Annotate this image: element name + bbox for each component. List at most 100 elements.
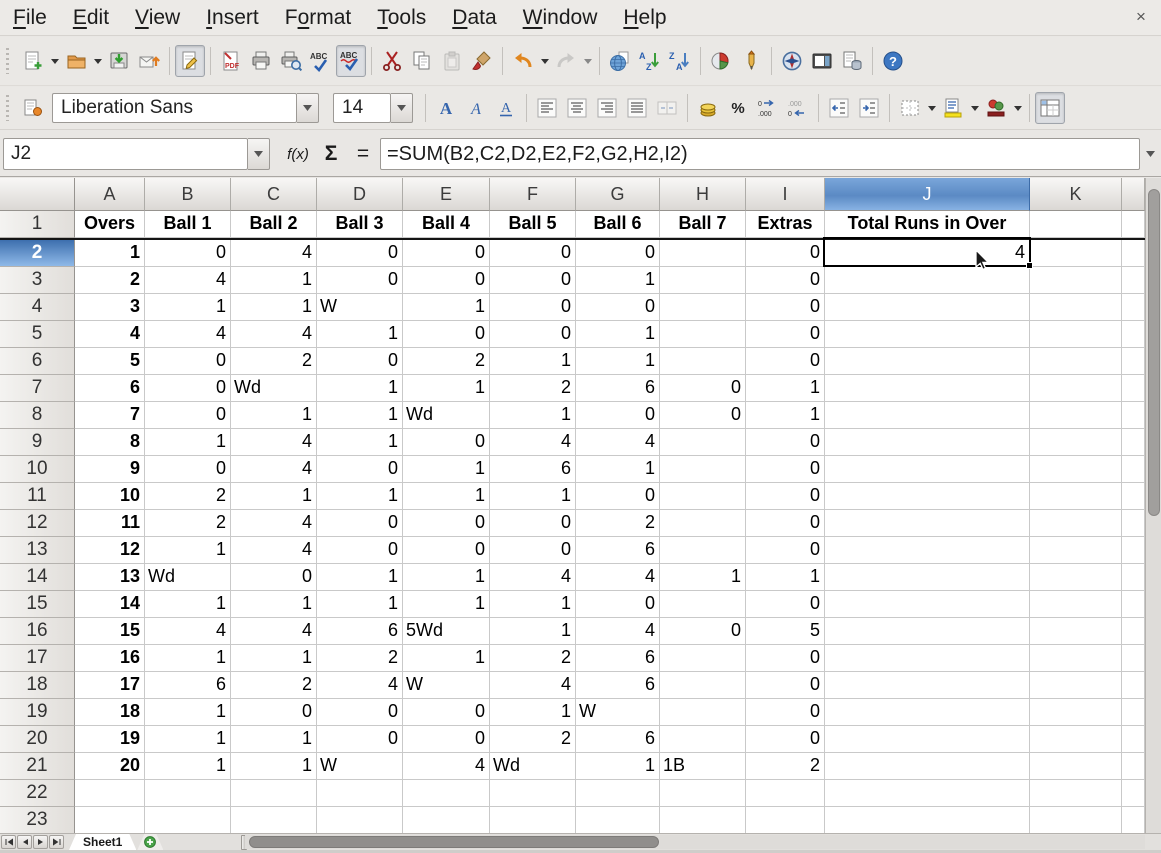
cell-partial-22[interactable]: [1122, 780, 1145, 807]
font-name-combo[interactable]: Liberation Sans: [52, 93, 297, 123]
cell-A13[interactable]: 12: [75, 537, 145, 564]
cell-J10[interactable]: [825, 456, 1030, 483]
row-header-3[interactable]: 3: [0, 267, 75, 294]
align-center-button[interactable]: [562, 92, 592, 124]
menu-item-format[interactable]: Format: [272, 3, 365, 33]
redo-dropdown[interactable]: [581, 45, 594, 77]
cell-E7[interactable]: 1: [403, 375, 490, 402]
cell-K8[interactable]: [1030, 402, 1122, 429]
row-header-14[interactable]: 14: [0, 564, 75, 591]
open-dropdown[interactable]: [91, 45, 104, 77]
clone-formatting-button[interactable]: [467, 45, 497, 77]
cell-F19[interactable]: 1: [490, 699, 576, 726]
horizontal-scrollbar[interactable]: [245, 835, 1145, 849]
cell-H14[interactable]: 1: [660, 564, 746, 591]
cell-E19[interactable]: 0: [403, 699, 490, 726]
cell-H2[interactable]: [660, 240, 746, 267]
cell-D10[interactable]: 0: [317, 456, 403, 483]
cell-B8[interactable]: 0: [145, 402, 231, 429]
cell-K16[interactable]: [1030, 618, 1122, 645]
increase-indent-button[interactable]: [854, 92, 884, 124]
cell-D18[interactable]: 4: [317, 672, 403, 699]
cell-E3[interactable]: 0: [403, 267, 490, 294]
menu-item-data[interactable]: Data: [439, 3, 509, 33]
cell-C4[interactable]: 1: [231, 294, 317, 321]
cell-J17[interactable]: [825, 645, 1030, 672]
cell-partial-11[interactable]: [1122, 483, 1145, 510]
cell-A15[interactable]: 14: [75, 591, 145, 618]
cell-E20[interactable]: 0: [403, 726, 490, 753]
add-decimal-button[interactable]: 0.000: [753, 92, 783, 124]
cell-H9[interactable]: [660, 429, 746, 456]
cell-F16[interactable]: 1: [490, 618, 576, 645]
align-right-button[interactable]: [592, 92, 622, 124]
cell-G10[interactable]: 1: [576, 456, 660, 483]
cell-I2[interactable]: 0: [746, 240, 825, 267]
copy-button[interactable]: [407, 45, 437, 77]
cell-C12[interactable]: 4: [231, 510, 317, 537]
cell-A12[interactable]: 11: [75, 510, 145, 537]
cell-G8[interactable]: 0: [576, 402, 660, 429]
cell-I12[interactable]: 0: [746, 510, 825, 537]
cell-G2[interactable]: 0: [576, 240, 660, 267]
column-header-K[interactable]: K: [1030, 178, 1122, 211]
column-header-H[interactable]: H: [660, 178, 746, 211]
cell-J21[interactable]: [825, 753, 1030, 780]
cell-D20[interactable]: 0: [317, 726, 403, 753]
cell-H5[interactable]: [660, 321, 746, 348]
italic-button[interactable]: A: [461, 92, 491, 124]
cell-K20[interactable]: [1030, 726, 1122, 753]
cell-A6[interactable]: 5: [75, 348, 145, 375]
cell-E22[interactable]: [403, 780, 490, 807]
spelling-button[interactable]: ABC: [306, 45, 336, 77]
help-button[interactable]: ?: [878, 45, 908, 77]
cell-B16[interactable]: 4: [145, 618, 231, 645]
cell-F22[interactable]: [490, 780, 576, 807]
cell-H17[interactable]: [660, 645, 746, 672]
cell-F8[interactable]: 1: [490, 402, 576, 429]
fill-handle[interactable]: [1026, 262, 1033, 269]
export-pdf-button[interactable]: PDF: [216, 45, 246, 77]
styles-button[interactable]: [18, 92, 48, 124]
cell-K17[interactable]: [1030, 645, 1122, 672]
edit-mode-button[interactable]: [175, 45, 205, 77]
cell-B5[interactable]: 4: [145, 321, 231, 348]
cell-H12[interactable]: [660, 510, 746, 537]
cell-J1[interactable]: Total Runs in Over: [825, 211, 1030, 238]
open-button[interactable]: [61, 45, 91, 77]
cell-A8[interactable]: 7: [75, 402, 145, 429]
cell-F6[interactable]: 1: [490, 348, 576, 375]
cell-J8[interactable]: [825, 402, 1030, 429]
cell-H20[interactable]: [660, 726, 746, 753]
cell-A4[interactable]: 3: [75, 294, 145, 321]
cell-B20[interactable]: 1: [145, 726, 231, 753]
cell-F2[interactable]: 0: [490, 240, 576, 267]
cell-partial-3[interactable]: [1122, 267, 1145, 294]
cell-I11[interactable]: 0: [746, 483, 825, 510]
cell-F7[interactable]: 2: [490, 375, 576, 402]
cell-A18[interactable]: 17: [75, 672, 145, 699]
cell-G1[interactable]: Ball 6: [576, 211, 660, 238]
cell-H22[interactable]: [660, 780, 746, 807]
cell-I9[interactable]: 0: [746, 429, 825, 456]
cell-D13[interactable]: 0: [317, 537, 403, 564]
cell-B2[interactable]: 0: [145, 240, 231, 267]
cell-F21[interactable]: Wd: [490, 753, 576, 780]
cell-C3[interactable]: 1: [231, 267, 317, 294]
cell-G17[interactable]: 6: [576, 645, 660, 672]
cell-G5[interactable]: 1: [576, 321, 660, 348]
cell-B3[interactable]: 4: [145, 267, 231, 294]
cell-K21[interactable]: [1030, 753, 1122, 780]
cell-H23[interactable]: [660, 807, 746, 833]
cell-D17[interactable]: 2: [317, 645, 403, 672]
cell-B14[interactable]: Wd: [145, 564, 231, 591]
cell-D12[interactable]: 0: [317, 510, 403, 537]
cell-E10[interactable]: 1: [403, 456, 490, 483]
cell-F15[interactable]: 1: [490, 591, 576, 618]
row-header-11[interactable]: 11: [0, 483, 75, 510]
column-header-D[interactable]: D: [317, 178, 403, 211]
cell-D22[interactable]: [317, 780, 403, 807]
cell-K4[interactable]: [1030, 294, 1122, 321]
draw-functions-button[interactable]: [736, 45, 766, 77]
cell-partial-12[interactable]: [1122, 510, 1145, 537]
